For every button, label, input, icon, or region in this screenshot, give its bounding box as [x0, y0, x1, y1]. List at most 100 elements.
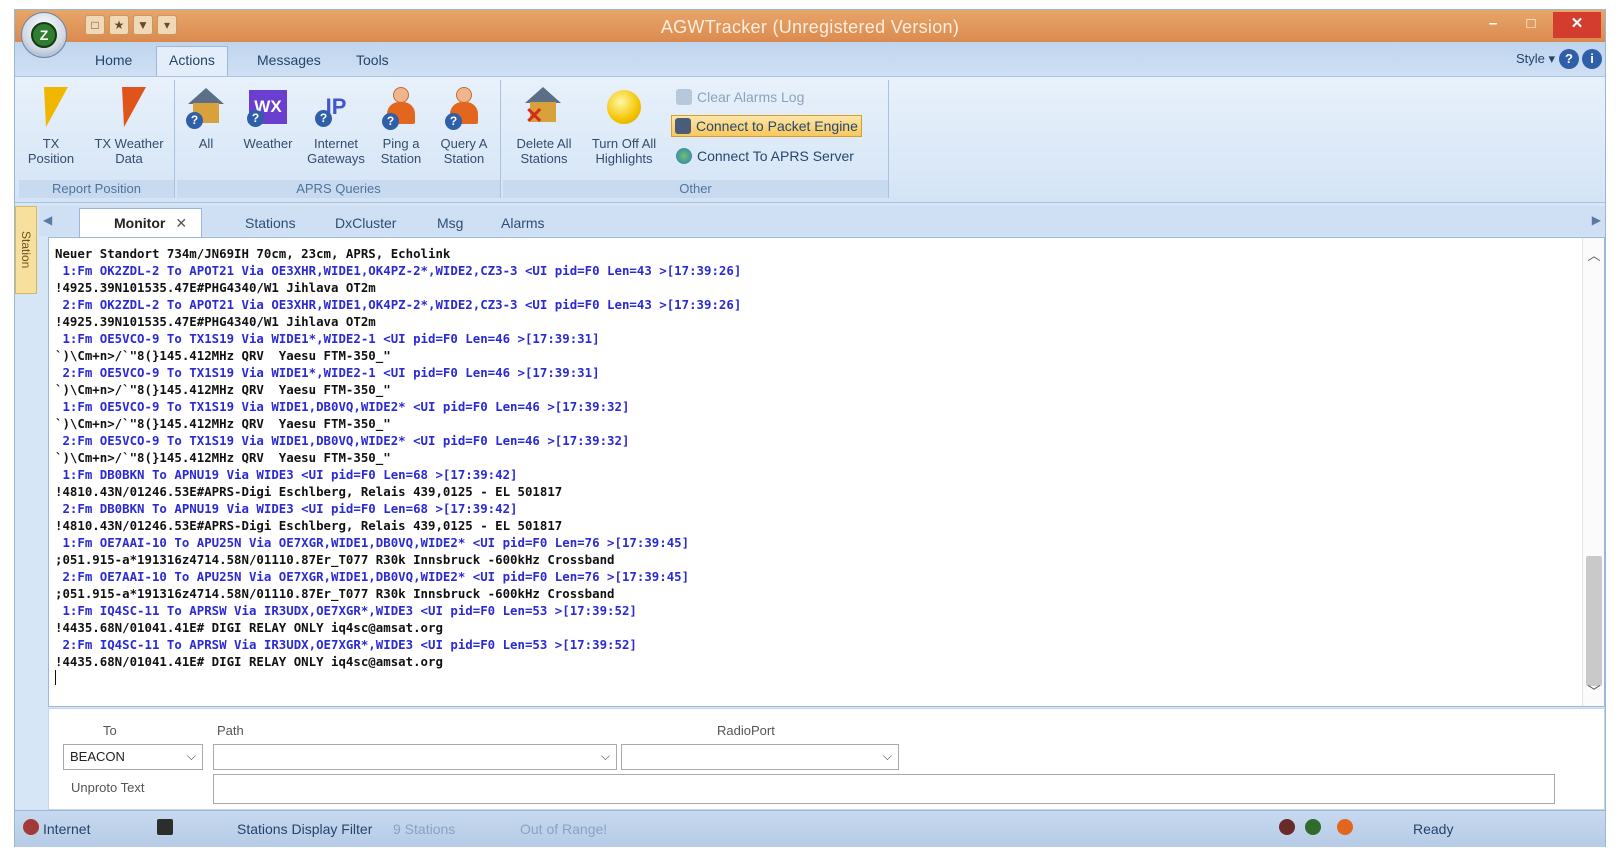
- monitor-log: Neuer Standort 734m/JN69IH 70cm, 23cm, A…: [55, 245, 741, 689]
- packet-data-line: ;051.915-a*191316z4714.58N/01110.87Er_T0…: [55, 586, 615, 601]
- query-internet-gateways-button[interactable]: IP? Internet Gateways: [303, 84, 369, 166]
- monitor-scrollbar[interactable]: ︿ ﹀: [1582, 238, 1604, 706]
- query-weather-label: Weather: [243, 136, 293, 151]
- tab-tools[interactable]: Tools: [356, 52, 389, 68]
- window-controls: – □ ✕: [1477, 12, 1601, 38]
- packet-header-line: 2:Fm IQ4SC-11 To APRSW Via IR3UDX,OE7XGR…: [55, 637, 637, 652]
- app-logo-icon: Z: [31, 22, 57, 48]
- packet-engine-status-icon: [157, 819, 173, 835]
- clear-alarms-log-button[interactable]: Clear Alarms Log: [673, 86, 807, 108]
- input-caret-line: [55, 670, 741, 689]
- packet-header-line: 1:Fm OK2ZDL-2 To APOT21 Via OE3XHR,WIDE1…: [55, 263, 742, 278]
- tx-position-button[interactable]: TX Position: [21, 84, 81, 166]
- clear-alarms-log-label: Clear Alarms Log: [697, 89, 805, 105]
- tx-weather-label: TX Weather Data: [94, 136, 164, 166]
- help-icon[interactable]: ?: [1559, 49, 1579, 69]
- turn-off-highlights-button[interactable]: Turn Off All Highlights: [583, 84, 665, 166]
- ready-status: Ready: [1413, 821, 1454, 837]
- minimize-button[interactable]: –: [1477, 12, 1509, 38]
- window-title: AGWTracker (Unregistered Version): [660, 17, 960, 37]
- unproto-form: To Path RadioPort BEACON ⌵ ⌵ ⌵ Unproto T…: [48, 708, 1605, 810]
- scroll-down-icon[interactable]: ﹀: [1583, 681, 1604, 700]
- tx-weather-button[interactable]: TX Weather Data: [85, 84, 173, 166]
- query-internet-gateways-label: Internet Gateways: [307, 136, 365, 166]
- connect-aprs-server-label: Connect To APRS Server: [697, 148, 854, 164]
- tab-home[interactable]: Home: [95, 52, 132, 68]
- connection-status-icon: [1305, 819, 1321, 835]
- packet-data-line: `)\Cm+n>/`"8(}145.412MHz QRV Yaesu FTM-3…: [55, 382, 391, 397]
- unproto-text-input[interactable]: [213, 774, 1555, 804]
- chevron-down-icon[interactable]: ⌵: [883, 749, 892, 764]
- station-side-tab[interactable]: Station: [15, 206, 37, 294]
- person-query-icon: ?: [445, 87, 481, 130]
- close-button[interactable]: ✕: [1553, 12, 1601, 38]
- connect-packet-engine-label: Connect to Packet Engine: [696, 118, 858, 134]
- path-label: Path: [217, 723, 244, 738]
- ping-station-button[interactable]: ? Ping a Station: [371, 84, 431, 166]
- internet-status: Internet: [43, 821, 91, 837]
- tab-stations[interactable]: Stations: [231, 212, 310, 234]
- info-icon[interactable]: i: [1582, 49, 1602, 69]
- group-label-aprs-queries: APRS Queries: [177, 180, 500, 198]
- internet-gateway-icon: IP?: [315, 90, 355, 127]
- ribbon: TX Position TX Weather Data Report Posit…: [15, 76, 1605, 203]
- packet-data-line: !4810.43N/01246.53E#APRS-Digi Eschlberg,…: [55, 518, 563, 533]
- packet-data-line: !4435.68N/01041.41E# DIGI RELAY ONLY iq4…: [55, 654, 443, 669]
- tab-monitor-label: Monitor: [114, 215, 166, 231]
- delete-all-stations-button[interactable]: ✕ Delete All Stations: [507, 84, 581, 166]
- title-bar: □ ★ ▼ ▾ AGWTracker (Unregistered Version…: [15, 10, 1605, 42]
- alarm-status-icon: [1279, 819, 1295, 835]
- house-query-icon: ?: [186, 88, 224, 129]
- delete-house-icon: ✕: [525, 87, 563, 127]
- packet-header-line: 2:Fm DB0BKN To APNU19 Via WIDE3 <UI pid=…: [55, 501, 518, 516]
- query-all-label: All: [198, 136, 214, 151]
- query-station-label: Query A Station: [440, 136, 488, 166]
- group-other: ✕ Delete All Stations Turn Off All Highl…: [503, 80, 889, 198]
- tab-alarms[interactable]: Alarms: [487, 212, 559, 234]
- out-of-range-status: Out of Range!: [520, 821, 608, 837]
- tab-messages[interactable]: Messages: [257, 52, 321, 68]
- chevron-down-icon[interactable]: ⌵: [187, 749, 196, 764]
- delete-all-stations-label: Delete All Stations: [516, 136, 572, 166]
- monitor-panel[interactable]: Neuer Standort 734m/JN69IH 70cm, 23cm, A…: [48, 237, 1605, 707]
- packet-header-line: 1:Fm IQ4SC-11 To APRSW Via IR3UDX,OE7XGR…: [55, 603, 637, 618]
- to-combo[interactable]: BEACON ⌵: [63, 744, 203, 770]
- unproto-text-label: Unproto Text: [71, 780, 145, 795]
- application-menu-button[interactable]: Z: [21, 12, 67, 58]
- highlight-bulb-icon: [607, 90, 641, 124]
- packet-header-line: 1:Fm OE7AAI-10 To APU25N Via OE7XGR,WIDE…: [55, 535, 690, 550]
- to-value: BEACON: [70, 749, 125, 764]
- maximize-button[interactable]: □: [1515, 12, 1547, 38]
- radioport-combo[interactable]: ⌵: [621, 744, 899, 770]
- scroll-up-icon[interactable]: ︿: [1583, 245, 1604, 264]
- connect-aprs-server-button[interactable]: Connect To APRS Server: [673, 145, 857, 167]
- chevron-down-icon[interactable]: ⌵: [601, 749, 610, 764]
- tab-dxcluster[interactable]: DxCluster: [321, 212, 410, 234]
- style-dropdown[interactable]: Style ▾: [1516, 51, 1555, 67]
- packet-data-line: !4435.68N/01041.41E# DIGI RELAY ONLY iq4…: [55, 620, 443, 635]
- status-bar: Internet Stations Display Filter 9 Stati…: [15, 810, 1605, 847]
- group-label-other: Other: [503, 180, 888, 198]
- tabs-scroll-left-icon[interactable]: ◀: [43, 213, 52, 227]
- stations-display-filter[interactable]: Stations Display Filter: [237, 821, 372, 837]
- document-tabs: ◀ Monitor ✕ Stations DxCluster Msg Alarms…: [39, 206, 1605, 238]
- tab-actions[interactable]: Actions: [156, 46, 228, 76]
- query-weather-button[interactable]: WX? Weather: [235, 84, 301, 151]
- tabs-scroll-right-icon[interactable]: ▶: [1592, 213, 1601, 227]
- connect-packet-engine-button[interactable]: Connect to Packet Engine: [671, 115, 862, 137]
- lightning-weather-icon: [112, 87, 146, 127]
- packet-header-line: 2:Fm OE5VCO-9 To TX1S19 Via WIDE1,DB0VQ,…: [55, 433, 630, 448]
- query-all-button[interactable]: ? All: [181, 84, 231, 151]
- radioport-label: RadioPort: [717, 723, 775, 738]
- tab-monitor[interactable]: Monitor ✕: [79, 208, 203, 238]
- path-combo[interactable]: ⌵: [213, 744, 617, 770]
- lightning-icon: [34, 87, 68, 127]
- packet-header-line: 1:Fm OE5VCO-9 To TX1S19 Via WIDE1,DB0VQ,…: [55, 399, 630, 414]
- query-station-button[interactable]: ? Query A Station: [433, 84, 495, 166]
- packet-data-line: `)\Cm+n>/`"8(}145.412MHz QRV Yaesu FTM-3…: [55, 416, 391, 431]
- alarm-log-icon: [676, 89, 692, 105]
- scrollbar-thumb[interactable]: [1586, 556, 1602, 686]
- close-tab-icon[interactable]: ✕: [175, 215, 187, 231]
- packet-header-line: 2:Fm OK2ZDL-2 To APOT21 Via OE3XHR,WIDE1…: [55, 297, 742, 312]
- tab-msg[interactable]: Msg: [423, 212, 477, 234]
